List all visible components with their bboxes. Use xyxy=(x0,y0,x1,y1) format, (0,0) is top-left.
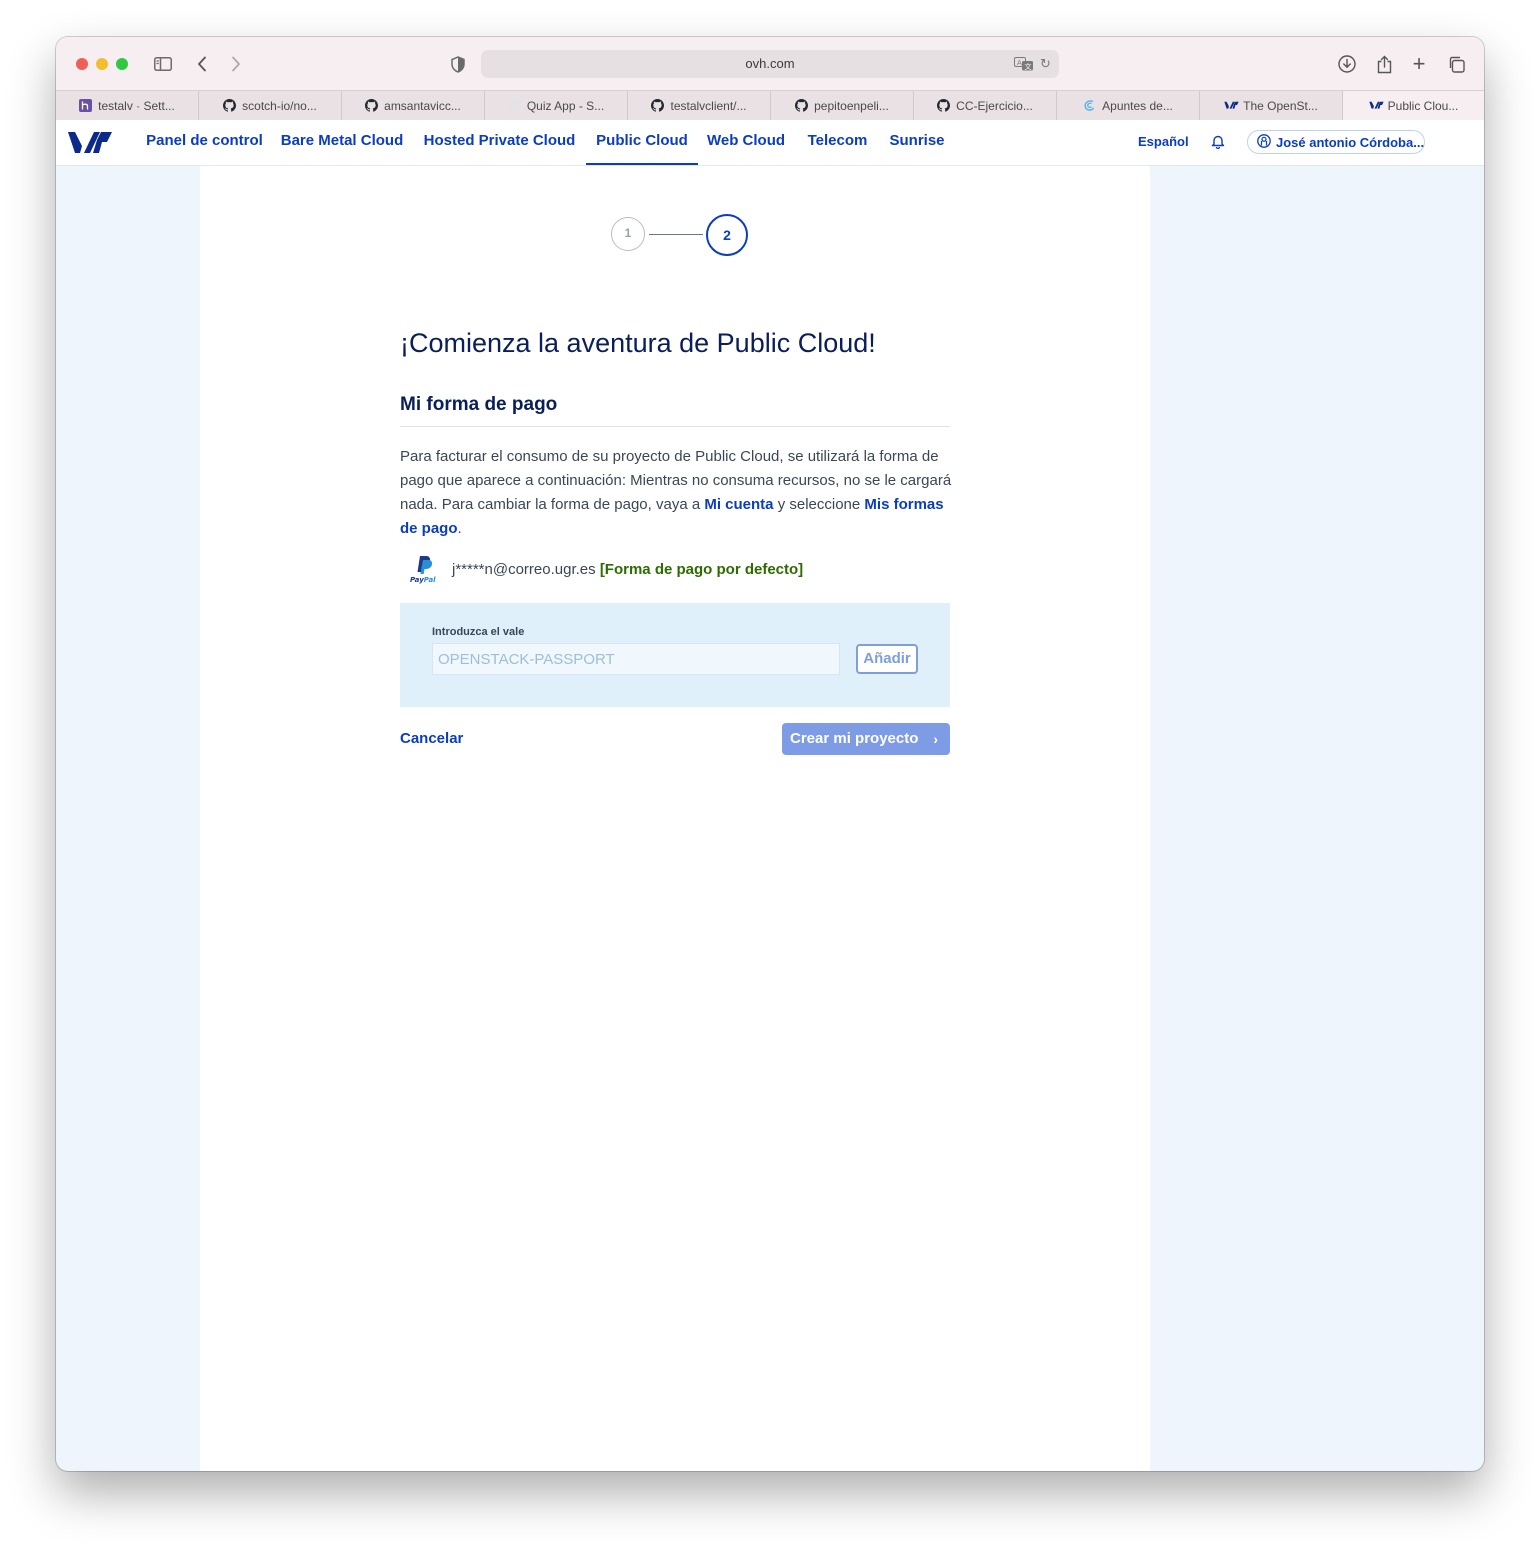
browser-toolbar: ovh.com A文 ↻ + xyxy=(56,37,1484,90)
progress-stepper: 1 2 xyxy=(611,214,751,256)
generic-page-icon xyxy=(508,99,521,112)
browser-tab[interactable]: testalv · Sett... xyxy=(56,91,199,120)
github-icon xyxy=(937,99,951,112)
nav-item[interactable]: Public Cloud xyxy=(586,120,698,165)
page-title: ¡Comienza la aventura de Public Cloud! xyxy=(400,328,876,358)
create-project-button[interactable]: Crear mi proyecto › xyxy=(782,723,950,755)
main-content: 1 2 ¡Comienza la aventura de Public Clou… xyxy=(200,166,1150,1471)
description-text-3: . xyxy=(457,520,462,537)
heroku-icon xyxy=(79,99,93,112)
tab-title: testalvclient/... xyxy=(670,98,747,113)
create-project-label: Crear mi proyecto xyxy=(790,730,919,747)
description-text-2: y seleccione xyxy=(773,496,865,513)
browser-tab[interactable]: Apuntes de... xyxy=(1057,91,1200,120)
browser-tab[interactable]: The OpenSt... xyxy=(1200,91,1343,120)
share-icon[interactable] xyxy=(1374,51,1394,77)
privacy-shield-icon[interactable] xyxy=(449,51,467,77)
downloads-icon[interactable] xyxy=(1336,51,1358,77)
tab-title: Quiz App - S... xyxy=(526,98,605,113)
browser-window: ovh.com A文 ↻ + testalv · Sett... scotch-i… xyxy=(56,37,1484,1471)
chevron-right-icon: › xyxy=(933,731,938,747)
zoom-window-button[interactable] xyxy=(116,58,128,70)
tab-title: testalv · Sett... xyxy=(98,98,175,113)
address-bar[interactable]: ovh.com A文 ↻ xyxy=(481,50,1059,78)
tab-title: scotch-io/no... xyxy=(242,98,317,113)
cancel-link[interactable]: Cancelar xyxy=(400,730,463,747)
paypal-wordmark: PayPal xyxy=(410,576,436,584)
tab-overview-icon[interactable] xyxy=(1446,51,1466,77)
github-icon xyxy=(365,99,379,112)
forward-icon[interactable] xyxy=(228,51,244,77)
tab-title: amsantavicc... xyxy=(384,98,461,113)
github-icon xyxy=(223,99,237,112)
section-divider xyxy=(400,426,950,427)
ovh-logo-icon[interactable] xyxy=(67,128,113,161)
svg-text:A: A xyxy=(1017,59,1022,67)
section-title: Mi forma de pago xyxy=(400,394,558,415)
step-1-indicator: 1 xyxy=(611,217,645,251)
user-account-menu[interactable]: José antonio Córdoba... xyxy=(1247,130,1425,154)
tab-title: pepitoenpeli... xyxy=(814,98,889,113)
swirl-icon xyxy=(1083,99,1096,112)
user-avatar-icon xyxy=(1257,133,1271,151)
browser-tab[interactable]: testalvclient/... xyxy=(628,91,771,120)
ovh-icon xyxy=(1368,99,1384,112)
paypal-logo-icon: PayPal xyxy=(409,555,439,585)
tab-title: Public Clou... xyxy=(1387,98,1459,113)
payment-method-row: j*****n@correo.ugr.es [Forma de pago por… xyxy=(452,561,803,578)
payment-email: j*****n@correo.ugr.es xyxy=(452,561,596,578)
tab-bar: testalv · Sett... scotch-io/no... amsantav… xyxy=(56,90,1484,121)
browser-tab[interactable]: Public Clou... xyxy=(1343,91,1484,120)
my-account-link[interactable]: Mi cuenta xyxy=(704,496,773,513)
nav-item[interactable]: Telecom xyxy=(801,120,874,165)
nav-item[interactable]: Sunrise xyxy=(884,120,950,165)
step-2-indicator: 2 xyxy=(706,214,748,256)
site-navigation: Panel de control Bare Metal Cloud Hosted P… xyxy=(56,120,1484,166)
add-voucher-button[interactable]: Añadir xyxy=(856,644,918,674)
tab-title: CC-Ejercicio... xyxy=(956,98,1033,113)
browser-tab[interactable]: Quiz App - S... xyxy=(485,91,628,120)
nav-item[interactable]: Bare Metal Cloud xyxy=(275,120,409,165)
reload-icon[interactable]: ↻ xyxy=(1040,56,1051,72)
step-connector xyxy=(649,234,703,235)
tab-title: Apuntes de... xyxy=(1102,98,1173,113)
svg-text:文: 文 xyxy=(1025,62,1032,71)
browser-tab[interactable]: amsantavicc... xyxy=(342,91,485,120)
voucher-input[interactable] xyxy=(432,643,840,675)
nav-item[interactable]: Hosted Private Cloud xyxy=(417,120,582,165)
tab-title: The OpenSt... xyxy=(1243,98,1318,113)
payment-description: Para facturar el consumo de su proyecto … xyxy=(400,445,952,541)
notifications-bell-icon[interactable] xyxy=(1211,134,1225,154)
github-icon xyxy=(651,99,665,112)
voucher-label: Introduzca el vale xyxy=(432,626,525,638)
close-window-button[interactable] xyxy=(76,58,88,70)
minimize-window-button[interactable] xyxy=(96,58,108,70)
translate-icon[interactable]: A文 xyxy=(1014,57,1034,76)
back-icon[interactable] xyxy=(194,51,210,77)
ovh-icon xyxy=(1224,99,1239,112)
language-selector[interactable]: Español xyxy=(1138,120,1189,165)
nav-item[interactable]: Panel de control xyxy=(138,120,271,165)
browser-tab[interactable]: scotch-io/no... xyxy=(199,91,342,120)
url-text: ovh.com xyxy=(745,56,795,71)
user-name: José antonio Córdoba... xyxy=(1276,134,1425,150)
browser-tab[interactable]: CC-Ejercicio... xyxy=(914,91,1057,120)
default-payment-badge: [Forma de pago por defecto] xyxy=(599,561,804,578)
github-icon xyxy=(795,99,809,112)
new-tab-icon[interactable]: + xyxy=(1409,51,1429,77)
sidebar-toggle-icon[interactable] xyxy=(152,51,174,77)
voucher-panel: Introduzca el vale Añadir xyxy=(400,603,950,707)
browser-tab[interactable]: pepitoenpeli... xyxy=(771,91,914,120)
nav-item[interactable]: Web Cloud xyxy=(704,120,788,165)
